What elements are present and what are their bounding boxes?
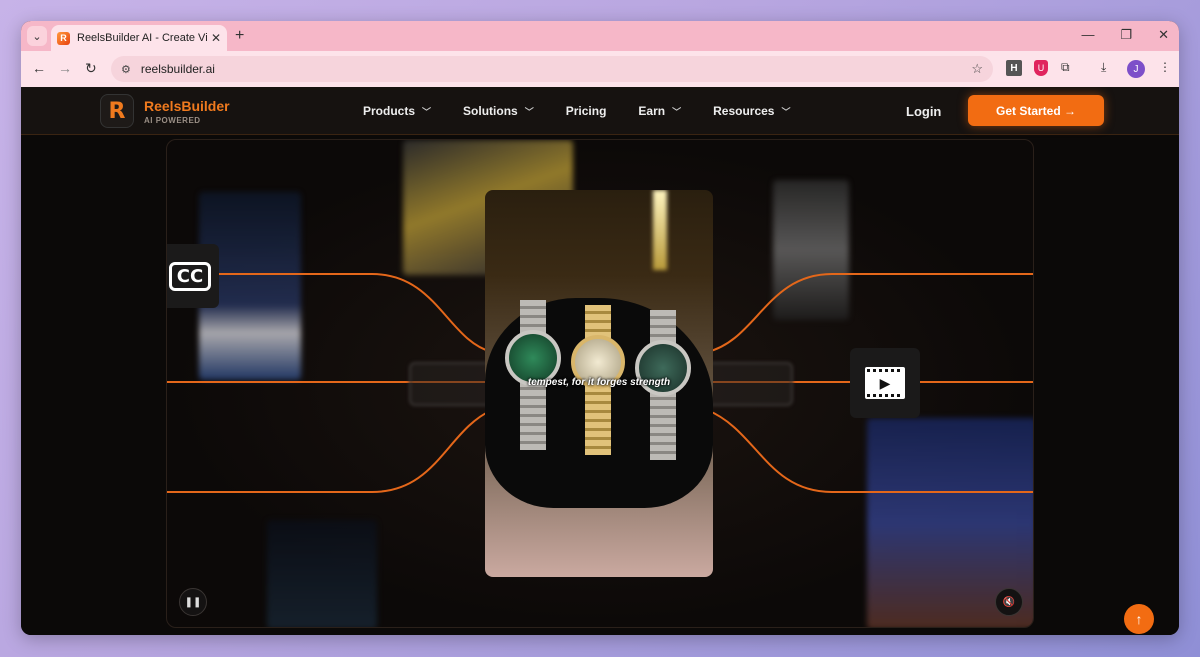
pause-icon: ❚❚ — [184, 596, 202, 608]
menu-solutions[interactable]: Solutions ﹀ — [463, 104, 534, 118]
mute-button[interactable]: 🔇 — [995, 588, 1023, 616]
video-output-box: ▶ — [850, 348, 920, 418]
download-icon[interactable]: ⤓ — [1101, 60, 1106, 75]
chevron-down-icon: ﹀ — [781, 107, 791, 117]
connector-line — [219, 273, 493, 353]
chevron-down-icon: ﹀ — [672, 107, 682, 117]
minimize-icon[interactable]: — — [1081, 27, 1094, 43]
bookmark-star-icon[interactable]: ☆ — [971, 61, 983, 77]
extensions-puzzle-icon[interactable]: ⧉ — [1061, 60, 1070, 75]
browser-toolbar: ← → ↻ ⚙ reelsbuilder.ai ☆ H U ⧉ ⤓ J ⋮ — [21, 51, 1179, 87]
site-info-icon[interactable]: ⚙ — [121, 63, 131, 76]
site-navbar: R ReelsBuilder AI POWERED Products ﹀ Solu… — [21, 87, 1179, 135]
back-icon[interactable]: ← — [32, 60, 46, 76]
window-controls: — ❐ ✕ — [1081, 27, 1169, 43]
scroll-to-top-button[interactable]: ↑ — [1124, 604, 1154, 634]
film-play-icon: ▶ — [865, 367, 905, 399]
main-menu: Products ﹀ Solutions ﹀ Pricing Earn ﹀ Resou… — [363, 104, 823, 118]
brand-name[interactable]: ReelsBuilder — [144, 98, 230, 114]
tab-strip: ⌄ R ReelsBuilder AI - Create Viral Co ✕ … — [21, 21, 1179, 51]
window-close-icon[interactable]: ✕ — [1158, 27, 1169, 43]
chevron-down-icon: ﹀ — [422, 107, 432, 117]
reel-caption: tempest, for it forges strength — [527, 377, 671, 388]
light-streak — [653, 190, 667, 270]
reload-icon[interactable]: ↻ — [85, 60, 97, 77]
restore-icon[interactable]: ❐ — [1120, 27, 1132, 43]
menu-earn[interactable]: Earn ﹀ — [638, 104, 681, 118]
connector-line — [706, 273, 1033, 353]
web-page: R ReelsBuilder AI POWERED Products ﹀ Solu… — [21, 87, 1179, 635]
captions-box: CC — [167, 244, 219, 308]
menu-resources[interactable]: Resources ﹀ — [713, 104, 790, 118]
logo-icon[interactable]: R — [100, 94, 134, 128]
menu-kebab-icon[interactable]: ⋮ — [1159, 60, 1171, 74]
pause-button[interactable]: ❚❚ — [179, 588, 207, 616]
arrow-up-icon: ↑ — [1135, 611, 1143, 627]
chevron-down-icon: ﹀ — [524, 107, 534, 117]
mute-icon: 🔇 — [1002, 596, 1016, 608]
login-link[interactable]: Login — [906, 104, 941, 119]
browser-window: ⌄ R ReelsBuilder AI - Create Viral Co ✕ … — [21, 21, 1179, 635]
forward-icon[interactable]: → — [58, 60, 72, 76]
address-bar[interactable]: ⚙ reelsbuilder.ai ☆ — [111, 56, 993, 82]
url-text: reelsbuilder.ai — [140, 62, 215, 76]
brand-tagline: AI POWERED — [144, 116, 201, 125]
get-started-button[interactable]: Get Started → — [968, 95, 1104, 126]
connector-line — [167, 409, 493, 493]
closed-captions-icon: CC — [168, 261, 212, 291]
tab-title: ReelsBuilder AI - Create Viral Co — [77, 32, 207, 44]
profile-avatar[interactable]: J — [1127, 60, 1145, 78]
menu-pricing[interactable]: Pricing — [566, 104, 607, 118]
browser-tab[interactable]: R ReelsBuilder AI - Create Viral Co ✕ — [51, 25, 227, 51]
reel-preview: tempest, for it forges strength — [485, 190, 713, 577]
new-tab-button[interactable]: + — [235, 27, 244, 45]
menu-products[interactable]: Products ﹀ — [363, 104, 431, 118]
connector-line — [706, 409, 1033, 493]
tab-close-icon[interactable]: ✕ — [211, 31, 221, 45]
tab-search-button[interactable]: ⌄ — [27, 26, 47, 46]
hero-video[interactable]: CC ▶ tempest, for it forges strength ❚❚ — [166, 139, 1034, 628]
extension-h-icon[interactable]: H — [1006, 60, 1022, 76]
favicon-icon: R — [57, 31, 70, 45]
shield-extension-icon[interactable]: U — [1034, 60, 1048, 76]
